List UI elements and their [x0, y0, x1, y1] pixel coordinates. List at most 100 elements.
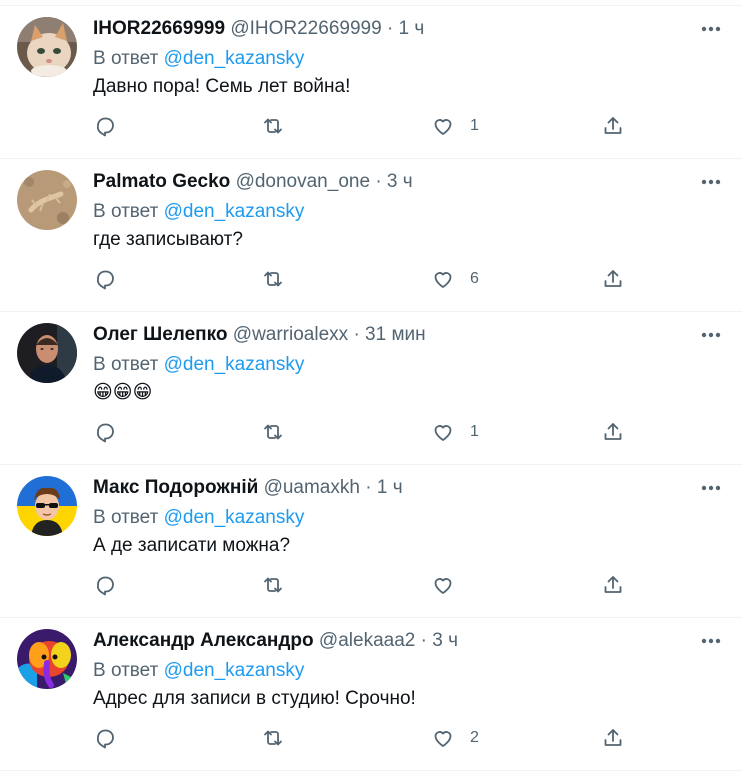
like-button[interactable]: 6: [431, 267, 479, 291]
reply-context: В ответ @den_kazansky: [93, 353, 304, 377]
avatar[interactable]: [17, 476, 77, 536]
reply-mention-link[interactable]: @den_kazansky: [164, 507, 305, 528]
reply-mention-link[interactable]: @den_kazansky: [164, 48, 305, 69]
retweet-icon: [261, 726, 285, 750]
author-name[interactable]: Макс Подорожній: [93, 477, 258, 498]
tweet-header: Макс Подорожній @uamaxkh · 1 ч: [93, 476, 403, 500]
retweet-icon: [261, 573, 285, 597]
retweet-button[interactable]: [261, 114, 285, 138]
heart-icon: [431, 267, 455, 291]
tweet-actions: [93, 573, 633, 597]
retweet-button[interactable]: [261, 573, 285, 597]
author-handle[interactable]: @IHOR22669999: [230, 18, 381, 39]
share-button[interactable]: [601, 726, 625, 750]
tweet-timeline: IHOR22669999 @IHOR22669999 · 1 ч В ответ…: [0, 5, 742, 771]
retweet-button[interactable]: [261, 267, 285, 291]
avatar[interactable]: [17, 629, 77, 689]
reply-icon: [93, 573, 117, 597]
like-count: 1: [470, 423, 479, 440]
like-button[interactable]: 1: [431, 114, 479, 138]
reply-mention-link[interactable]: @den_kazansky: [164, 354, 305, 375]
avatar[interactable]: [17, 170, 77, 230]
like-count: 1: [470, 117, 479, 134]
reply-icon: [93, 114, 117, 138]
author-name[interactable]: Олег Шелепко: [93, 324, 228, 345]
author-handle[interactable]: @alekaaa2: [319, 630, 415, 651]
author-handle[interactable]: @donovan_one: [236, 171, 370, 192]
reply-button[interactable]: [93, 726, 117, 750]
like-count: 6: [470, 270, 479, 287]
more-options-icon[interactable]: [700, 325, 722, 345]
share-button[interactable]: [601, 267, 625, 291]
heart-icon: [431, 573, 455, 597]
retweet-icon: [261, 114, 285, 138]
like-button[interactable]: 1: [431, 420, 479, 444]
share-button[interactable]: [601, 573, 625, 597]
more-options-icon[interactable]: [700, 631, 722, 651]
retweet-icon: [261, 267, 285, 291]
tweet-actions: 6: [93, 267, 633, 291]
share-icon: [601, 267, 625, 291]
separator-dot: ·: [353, 324, 360, 345]
reply-button[interactable]: [93, 573, 117, 597]
reply-button[interactable]: [93, 114, 117, 138]
author-handle[interactable]: @warrioalexx: [233, 324, 348, 345]
like-count: 2: [470, 729, 479, 746]
reply-mention-link[interactable]: @den_kazansky: [164, 660, 305, 681]
tweet[interactable]: Palmato Gecko @donovan_one · 3 ч В ответ…: [0, 159, 742, 312]
share-button[interactable]: [601, 114, 625, 138]
share-icon: [601, 114, 625, 138]
tweet-text: Давно пора! Семь лет война!: [93, 76, 351, 97]
reply-context: В ответ @den_kazansky: [93, 200, 304, 224]
more-options-icon[interactable]: [700, 19, 722, 39]
reply-context: В ответ @den_kazansky: [93, 47, 304, 71]
tweet-time[interactable]: 3 ч: [432, 630, 458, 651]
tweet-time[interactable]: 1 ч: [399, 18, 425, 39]
like-button[interactable]: 2: [431, 726, 479, 750]
tweet[interactable]: Макс Подорожній @uamaxkh · 1 ч В ответ @…: [0, 465, 742, 618]
reply-button[interactable]: [93, 267, 117, 291]
author-name[interactable]: IHOR22669999: [93, 18, 225, 39]
tweet-time[interactable]: 31 мин: [365, 324, 426, 345]
tweet[interactable]: Олег Шелепко @warrioalexx · 31 мин В отв…: [0, 312, 742, 465]
tweet-actions: 1: [93, 114, 633, 138]
share-icon: [601, 573, 625, 597]
tweet-time[interactable]: 1 ч: [377, 477, 403, 498]
tweet-text: 😁😁😁: [93, 382, 153, 403]
separator-dot: ·: [375, 171, 382, 192]
reply-prefix: В ответ: [93, 201, 159, 222]
reply-mention-link[interactable]: @den_kazansky: [164, 201, 305, 222]
reply-button[interactable]: [93, 420, 117, 444]
share-button[interactable]: [601, 420, 625, 444]
reply-prefix: В ответ: [93, 48, 159, 69]
separator-dot: ·: [365, 477, 372, 498]
more-options-icon[interactable]: [700, 478, 722, 498]
share-icon: [601, 420, 625, 444]
tweet-header: Александр Александро @alekaaa2 · 3 ч: [93, 629, 458, 653]
tweet-actions: 1: [93, 420, 633, 444]
tweet-time[interactable]: 3 ч: [387, 171, 413, 192]
reply-prefix: В ответ: [93, 354, 159, 375]
reply-icon: [93, 420, 117, 444]
retweet-button[interactable]: [261, 420, 285, 444]
tweet-header: Олег Шелепко @warrioalexx · 31 мин: [93, 323, 426, 347]
retweet-button[interactable]: [261, 726, 285, 750]
avatar[interactable]: [17, 17, 77, 77]
tweet-text: А де записати можна?: [93, 535, 291, 556]
separator-dot: ·: [420, 630, 427, 651]
author-name[interactable]: Александр Александро: [93, 630, 314, 651]
author-name[interactable]: Palmato Gecko: [93, 171, 230, 192]
tweet[interactable]: IHOR22669999 @IHOR22669999 · 1 ч В ответ…: [0, 6, 742, 159]
more-options-icon[interactable]: [700, 172, 722, 192]
heart-icon: [431, 420, 455, 444]
tweet[interactable]: Александр Александро @alekaaa2 · 3 ч В о…: [0, 618, 742, 771]
separator-dot: ·: [386, 18, 394, 39]
heart-icon: [431, 114, 455, 138]
author-handle[interactable]: @uamaxkh: [264, 477, 360, 498]
avatar[interactable]: [17, 323, 77, 383]
like-button[interactable]: [431, 573, 470, 597]
reply-context: В ответ @den_kazansky: [93, 506, 304, 530]
tweet-header: Palmato Gecko @donovan_one · 3 ч: [93, 170, 413, 194]
reply-context: В ответ @den_kazansky: [93, 659, 304, 683]
reply-prefix: В ответ: [93, 507, 159, 528]
